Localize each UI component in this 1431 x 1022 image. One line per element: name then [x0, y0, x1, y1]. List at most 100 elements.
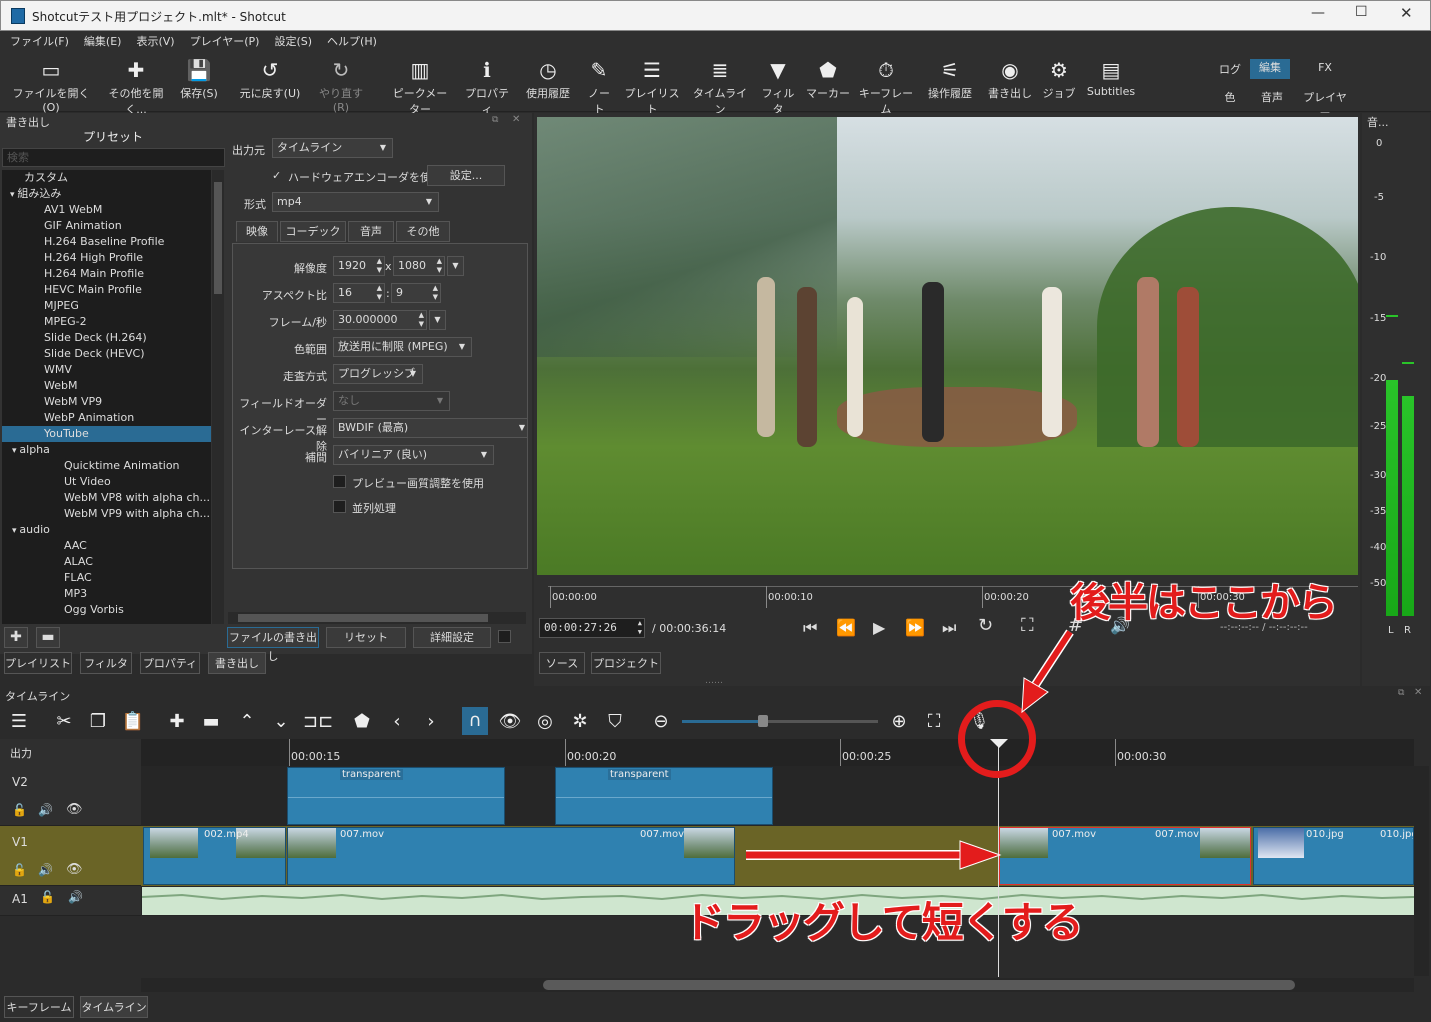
- scrub-icon[interactable]: 👁: [497, 711, 523, 732]
- source-select[interactable]: タイムライン ▼: [272, 138, 393, 158]
- fps-menu-button[interactable]: ▼: [429, 310, 446, 330]
- clip-v1-002[interactable]: 002.mp4: [143, 827, 286, 885]
- clip-v1-007-a[interactable]: 007.mov 007.mov: [287, 827, 735, 885]
- hw-encoder-check-icon[interactable]: ✓: [272, 169, 281, 182]
- jobs-button[interactable]: ⚙ ジョブ: [1042, 57, 1076, 101]
- advanced-button[interactable]: 詳細設定: [413, 627, 491, 648]
- tab-codec[interactable]: コーデック: [280, 221, 346, 242]
- menu-file[interactable]: ファイル(F): [0, 31, 74, 49]
- advanced-toggle[interactable]: [498, 630, 511, 643]
- notes-button[interactable]: ✎ ノート: [583, 57, 615, 117]
- skip-next-icon[interactable]: ⏭: [942, 618, 956, 638]
- layout-audio[interactable]: 音声: [1247, 89, 1297, 105]
- tab-timeline[interactable]: タイムライン: [80, 996, 148, 1018]
- ripple-markers-icon[interactable]: ⛉: [602, 711, 628, 732]
- minimize-button[interactable]: —: [1311, 5, 1325, 21]
- open-file-button[interactable]: ▭ ファイルを開く(O): [8, 57, 94, 114]
- panel-close-icon[interactable]: ✕: [512, 114, 520, 125]
- preset-item[interactable]: ▾ alpha: [2, 442, 211, 458]
- properties-button[interactable]: ℹ プロパティ: [461, 57, 513, 117]
- splitter-handle[interactable]: ……: [705, 676, 723, 686]
- mute-icon[interactable]: 🔊: [68, 890, 83, 904]
- preset-item[interactable]: WMV: [2, 362, 211, 378]
- video-preview[interactable]: [537, 117, 1358, 575]
- fast-forward-icon[interactable]: ⏩: [905, 618, 925, 637]
- preset-item[interactable]: MP3: [2, 586, 211, 602]
- tab-audio[interactable]: 音声: [348, 221, 394, 242]
- tab-video[interactable]: 映像: [236, 221, 278, 242]
- export-file-button[interactable]: ファイルの書き出し: [227, 627, 319, 663]
- position-timecode[interactable]: 00:00:27:26 ▲ ▼: [539, 618, 645, 638]
- resolution-menu-button[interactable]: ▼: [447, 256, 464, 276]
- add-preset-button[interactable]: ✚: [4, 627, 28, 648]
- clip-v1-007-b[interactable]: 007.mov 007.mov: [999, 827, 1251, 885]
- next-marker-icon[interactable]: ›: [418, 711, 444, 732]
- preset-item[interactable]: H.264 High Profile: [2, 250, 211, 266]
- close-button[interactable]: ✕: [1400, 4, 1413, 22]
- deinterlace-select[interactable]: BWDIF (最高) ▼: [333, 418, 528, 438]
- menu-edit[interactable]: 編集(E): [74, 31, 127, 49]
- ripple-all-icon[interactable]: ✲: [567, 711, 593, 732]
- tab-playlist[interactable]: プレイリスト: [4, 652, 72, 674]
- interpolation-select[interactable]: バイリニア (良い) ▼: [333, 445, 494, 465]
- ripple-icon[interactable]: ◎: [532, 711, 558, 732]
- playlist-button[interactable]: ☰ プレイリスト: [623, 57, 681, 117]
- panel-close-icon[interactable]: ✕: [1414, 687, 1422, 698]
- tab-properties[interactable]: プロパティ: [140, 652, 200, 674]
- menu-help[interactable]: ヘルプ(H): [317, 31, 382, 49]
- preset-item[interactable]: Slide Deck (H.264): [2, 330, 211, 346]
- open-other-button[interactable]: ✚ その他を開く...: [103, 57, 169, 117]
- tab-source[interactable]: ソース: [539, 652, 585, 674]
- width-field[interactable]: 1920 ▲ ▼: [333, 256, 385, 276]
- fps-field[interactable]: 30.000000 ▲ ▼: [333, 310, 427, 330]
- zoom-fit-icon[interactable]: ⛶: [921, 711, 947, 732]
- split-icon[interactable]: ⊐⊏: [303, 711, 333, 732]
- track-header-a1[interactable]: A1 🔓 🔊: [0, 886, 141, 916]
- preset-item[interactable]: GIF Animation: [2, 218, 211, 234]
- format-select[interactable]: mp4 ▼: [272, 192, 439, 212]
- append-icon[interactable]: ✚: [164, 711, 190, 732]
- preset-list[interactable]: カスタム ▾ 組み込み AV1 WebM GIF Animation H.264 Bas…: [2, 170, 211, 624]
- loop-icon[interactable]: ↻: [978, 615, 993, 636]
- menu-view[interactable]: 表示(V): [126, 31, 179, 49]
- preset-item[interactable]: AAC: [2, 538, 211, 554]
- marker-icon[interactable]: ⬟: [349, 711, 375, 732]
- marker-button[interactable]: ⬟ マーカー: [806, 57, 850, 101]
- peak-meter-button[interactable]: ▥ ピークメーター: [388, 57, 452, 117]
- float-icon[interactable]: ⧉: [492, 115, 498, 125]
- paste-icon[interactable]: 📋: [120, 711, 146, 732]
- remove-icon[interactable]: ▬: [198, 711, 224, 732]
- aspect-height-field[interactable]: 9 ▲ ▼: [391, 283, 441, 303]
- preset-item[interactable]: AV1 WebM: [2, 202, 211, 218]
- preset-item[interactable]: WebM VP9 with alpha ch...: [2, 506, 211, 522]
- preset-item[interactable]: WebM VP8 with alpha ch...: [2, 490, 211, 506]
- timeline-menu-icon[interactable]: ☰: [6, 711, 32, 732]
- rewind-icon[interactable]: ⏪: [836, 618, 856, 637]
- visibility-icon[interactable]: 👁: [66, 862, 83, 877]
- cut-icon[interactable]: ✂: [51, 711, 77, 732]
- mute-icon[interactable]: 🔊: [38, 803, 53, 817]
- previous-marker-icon[interactable]: ‹: [384, 711, 410, 732]
- preset-item[interactable]: Slide Deck (HEVC): [2, 346, 211, 362]
- redo-button[interactable]: ↻ やり直す(R): [312, 57, 370, 114]
- lock-icon[interactable]: 🔓: [40, 890, 55, 904]
- overwrite-icon[interactable]: ⌄: [268, 711, 294, 732]
- lock-icon[interactable]: 🔓: [12, 863, 27, 877]
- copy-icon[interactable]: ❐: [85, 711, 111, 732]
- subtitles-button[interactable]: ▤ Subtitles: [1084, 57, 1138, 98]
- zoom-in-icon[interactable]: ⊕: [886, 711, 912, 732]
- clip-v2-transparent-2[interactable]: transparent: [555, 767, 773, 825]
- preset-item[interactable]: H.264 Baseline Profile: [2, 234, 211, 250]
- export-button[interactable]: ◉ 書き出し: [986, 57, 1034, 101]
- lift-icon[interactable]: ⌃: [234, 711, 260, 732]
- tab-project[interactable]: プロジェクト: [591, 652, 661, 674]
- save-button[interactable]: 💾 保存(S): [178, 57, 220, 101]
- preset-item[interactable]: Ut Video: [2, 474, 211, 490]
- timeline-ruler[interactable]: 00:00:15 00:00:20 00:00:25 00:00:30: [141, 739, 1414, 766]
- zoom-out-icon[interactable]: ⊖: [648, 711, 674, 732]
- mute-icon[interactable]: 🔊: [38, 863, 53, 877]
- zoom-slider[interactable]: [682, 715, 878, 727]
- snap-icon[interactable]: ∩: [462, 707, 488, 735]
- layout-log[interactable]: ログ: [1205, 61, 1255, 77]
- history-button[interactable]: ◷ 使用履歴: [522, 57, 574, 101]
